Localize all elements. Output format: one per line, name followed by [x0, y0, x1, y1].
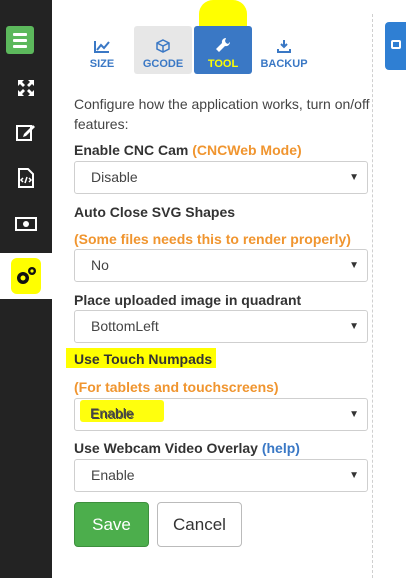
webcam-value: Enable [91, 467, 135, 483]
touch-value-overlay: Enable [90, 405, 134, 421]
chevron-down-icon: ▼ [349, 409, 359, 420]
cnc-cam-label-text: Enable CNC Cam [74, 142, 189, 158]
wrench-icon [216, 37, 231, 52]
quadrant-label: Place uploaded image in quadrant [74, 292, 302, 308]
auto-close-select[interactable]: No ▼ [74, 249, 368, 282]
panel-divider [372, 14, 373, 578]
cnc-cam-select[interactable]: Disable ▼ [74, 161, 368, 194]
chevron-down-icon: ▼ [349, 321, 359, 332]
cnc-cam-note: (CNCWeb Mode) [192, 142, 302, 158]
chevron-down-icon: ▼ [349, 470, 359, 481]
tab-tool-label: TOOL [207, 58, 239, 70]
quadrant-value: BottomLeft [91, 318, 159, 334]
touch-note: (For tablets and touchscreens) [74, 379, 279, 395]
edit-icon[interactable] [0, 110, 52, 154]
settings-page: SIZE GCODE TOOL BACKUP Configure how the… [0, 0, 406, 578]
touch-label: Use Touch Numpads [74, 351, 213, 367]
tab-backup[interactable]: BACKUP [256, 26, 312, 74]
tab-size-label: SIZE [89, 58, 115, 70]
settings-description: Configure how the application works, tur… [74, 96, 370, 132]
save-button[interactable]: Save [74, 502, 149, 547]
cancel-button[interactable]: Cancel [157, 502, 242, 547]
code-file-icon[interactable] [0, 156, 52, 200]
webcam-help-link[interactable]: (help) [262, 440, 300, 456]
tab-gcode-label: GCODE [142, 58, 184, 70]
download-icon [277, 40, 291, 53]
cnc-cam-value: Disable [91, 169, 138, 185]
tab-tool[interactable]: TOOL [194, 26, 252, 74]
expand-icon[interactable] [0, 66, 52, 110]
webcam-label-text: Use Webcam Video Overlay [74, 440, 258, 456]
chevron-down-icon: ▼ [349, 172, 359, 183]
money-icon[interactable] [0, 202, 52, 246]
settings-icon[interactable] [0, 254, 52, 298]
webcam-label: Use Webcam Video Overlay (help) [74, 440, 300, 456]
menu-icon[interactable] [6, 26, 34, 54]
tab-size[interactable]: SIZE [80, 26, 124, 74]
chart-icon [94, 41, 110, 53]
sidebar [0, 0, 52, 578]
tab-backup-label: BACKUP [260, 58, 308, 70]
webcam-select[interactable]: Enable ▼ [74, 459, 368, 492]
cube-icon [156, 39, 170, 53]
auto-close-note: (Some files needs this to render properl… [74, 231, 351, 247]
chevron-down-icon: ▼ [349, 260, 359, 271]
auto-close-label: Auto Close SVG Shapes [74, 204, 236, 220]
cnc-cam-label: Enable CNC Cam (CNCWeb Mode) [74, 142, 302, 158]
auto-close-value: No [91, 257, 109, 273]
tab-gcode[interactable]: GCODE [134, 26, 192, 74]
window-icon[interactable] [385, 22, 406, 70]
quadrant-select[interactable]: BottomLeft ▼ [74, 310, 368, 343]
